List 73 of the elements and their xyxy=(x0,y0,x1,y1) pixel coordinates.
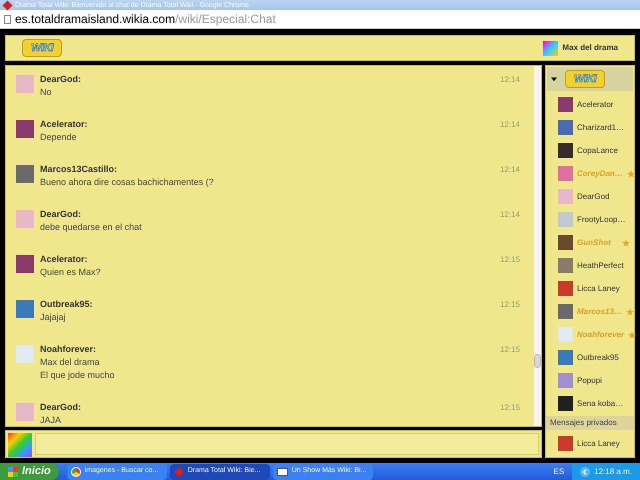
wiki-logo: WIKI xyxy=(565,70,606,88)
user-name: Acelerator xyxy=(577,98,614,111)
clock: 12:18 a.m. xyxy=(594,466,632,478)
message-time: 12:15 xyxy=(500,402,520,414)
message-text: Max del drama xyxy=(40,357,101,368)
user-name: Licca Laney xyxy=(577,438,620,450)
user-name: CopaLance xyxy=(577,144,618,157)
message-text: debe quedarse en el chat xyxy=(40,222,143,234)
message-text: No xyxy=(40,87,53,98)
user-list-item[interactable]: HeathPerfect xyxy=(546,254,634,278)
message-input[interactable] xyxy=(35,433,539,456)
user-list-item[interactable]: CopaLance xyxy=(546,139,634,162)
browser-icon xyxy=(70,466,81,477)
message-author: Acelerator: xyxy=(40,119,88,130)
message-text: JAJA xyxy=(40,415,62,426)
user-name: GunShot xyxy=(577,236,611,249)
user-avatar xyxy=(8,433,32,458)
star-icon xyxy=(626,308,634,316)
message-time: 12:15 xyxy=(500,299,520,310)
user-list-item[interactable]: Popupi xyxy=(546,369,634,392)
message-author: DearGod: xyxy=(40,402,82,414)
user-list-item[interactable]: FrootyLoop… xyxy=(546,208,634,232)
user-list-item[interactable]: Sena koba… xyxy=(546,392,634,416)
user-name: CoreyDan… xyxy=(577,168,623,180)
windows-logo-icon xyxy=(8,466,18,477)
message-text: El que jode mucho xyxy=(40,370,116,382)
star-icon xyxy=(628,330,636,339)
user-name: Popupi xyxy=(577,374,602,387)
message-time: 12:15 xyxy=(500,344,520,356)
user-name: Licca Laney xyxy=(577,282,620,295)
current-user-name: Max del drama xyxy=(562,42,618,54)
message-time: 12:14 xyxy=(500,74,520,86)
scrollbar[interactable] xyxy=(534,66,541,426)
chevron-icon xyxy=(580,466,590,477)
message-time: 12:14 xyxy=(500,209,520,220)
url-text: es.totaldramaisland.wikia.com/wiki/Especial:Chat xyxy=(15,11,276,28)
message-author: DearGod: xyxy=(40,209,82,220)
message-author: DearGod: xyxy=(40,74,82,86)
user-name: Sena koba… xyxy=(577,398,624,410)
user-name: Charizard1… xyxy=(577,122,624,134)
user-name: Outbreak95 xyxy=(577,352,619,364)
message-time: 12:14 xyxy=(500,164,520,176)
message-text: Bueno ahora dire cosas bachichamentes (? xyxy=(40,177,215,188)
user-name: DearGod xyxy=(577,190,610,203)
message-text: Depende xyxy=(40,132,78,144)
message-author: Marcos13Castillo: xyxy=(40,164,118,176)
user-list-item[interactable]: Licca Laney xyxy=(546,432,634,456)
private-messages-heading: Mensajes privados xyxy=(546,416,634,430)
message-time: 12:14 xyxy=(500,119,520,130)
message-time: 12:15 xyxy=(500,254,520,266)
wiki-logo: WIKI xyxy=(22,39,62,58)
message-author: Acelerator: xyxy=(40,254,88,266)
user-avatar xyxy=(543,40,558,56)
user-name: Marcos13… xyxy=(577,306,622,318)
message-author: Noahforever: xyxy=(40,344,96,356)
user-list-item[interactable]: Outbreak95 xyxy=(546,346,634,370)
user-list-item[interactable]: DearGod xyxy=(546,185,634,208)
page-icon xyxy=(4,14,11,24)
star-icon xyxy=(626,170,635,178)
user-name: HeathPerfect xyxy=(577,260,624,272)
message-author: Outbreak95: xyxy=(40,299,93,310)
scroll-thumb[interactable] xyxy=(534,354,541,368)
message-text: Quien es Max? xyxy=(40,267,102,278)
start-button[interactable]: Inicio xyxy=(0,463,59,480)
user-list-item[interactable]: Acelerator xyxy=(546,93,634,116)
user-name: Noahforever xyxy=(577,328,624,341)
address-bar[interactable]: es.totaldramaisland.wikia.com/wiki/Especial:Chat xyxy=(0,10,640,30)
star-icon xyxy=(622,238,630,247)
user-list-item[interactable]: Charizard1… xyxy=(546,116,634,140)
user-list-item[interactable]: Licca Laney xyxy=(546,277,634,300)
user-name: FrootyLoop… xyxy=(577,214,626,226)
language-indicator: ES xyxy=(554,466,564,478)
message-text: Jajajaj xyxy=(40,312,67,324)
